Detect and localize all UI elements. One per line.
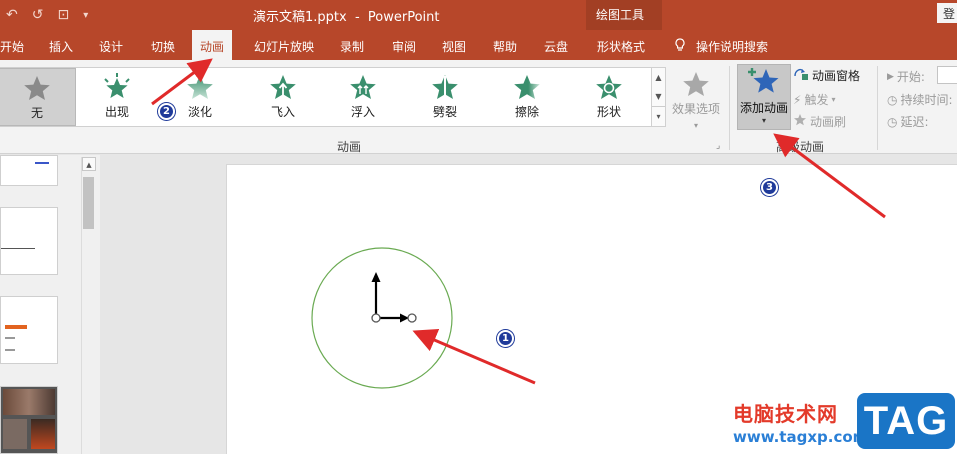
motion-axis-handle[interactable] bbox=[371, 272, 417, 323]
annotation-overlay bbox=[151, 58, 886, 389]
callout-arrow bbox=[151, 58, 886, 385]
watermark-brand: 电脑技术网 bbox=[733, 402, 838, 426]
step-badge-1: 1 bbox=[497, 330, 514, 347]
watermark-url: www.tagxp.com bbox=[733, 428, 869, 446]
step-badge-2: 2 bbox=[158, 103, 175, 120]
watermark-tag-logo: TAG bbox=[857, 393, 955, 449]
step-badge-3: 3 bbox=[761, 179, 778, 196]
